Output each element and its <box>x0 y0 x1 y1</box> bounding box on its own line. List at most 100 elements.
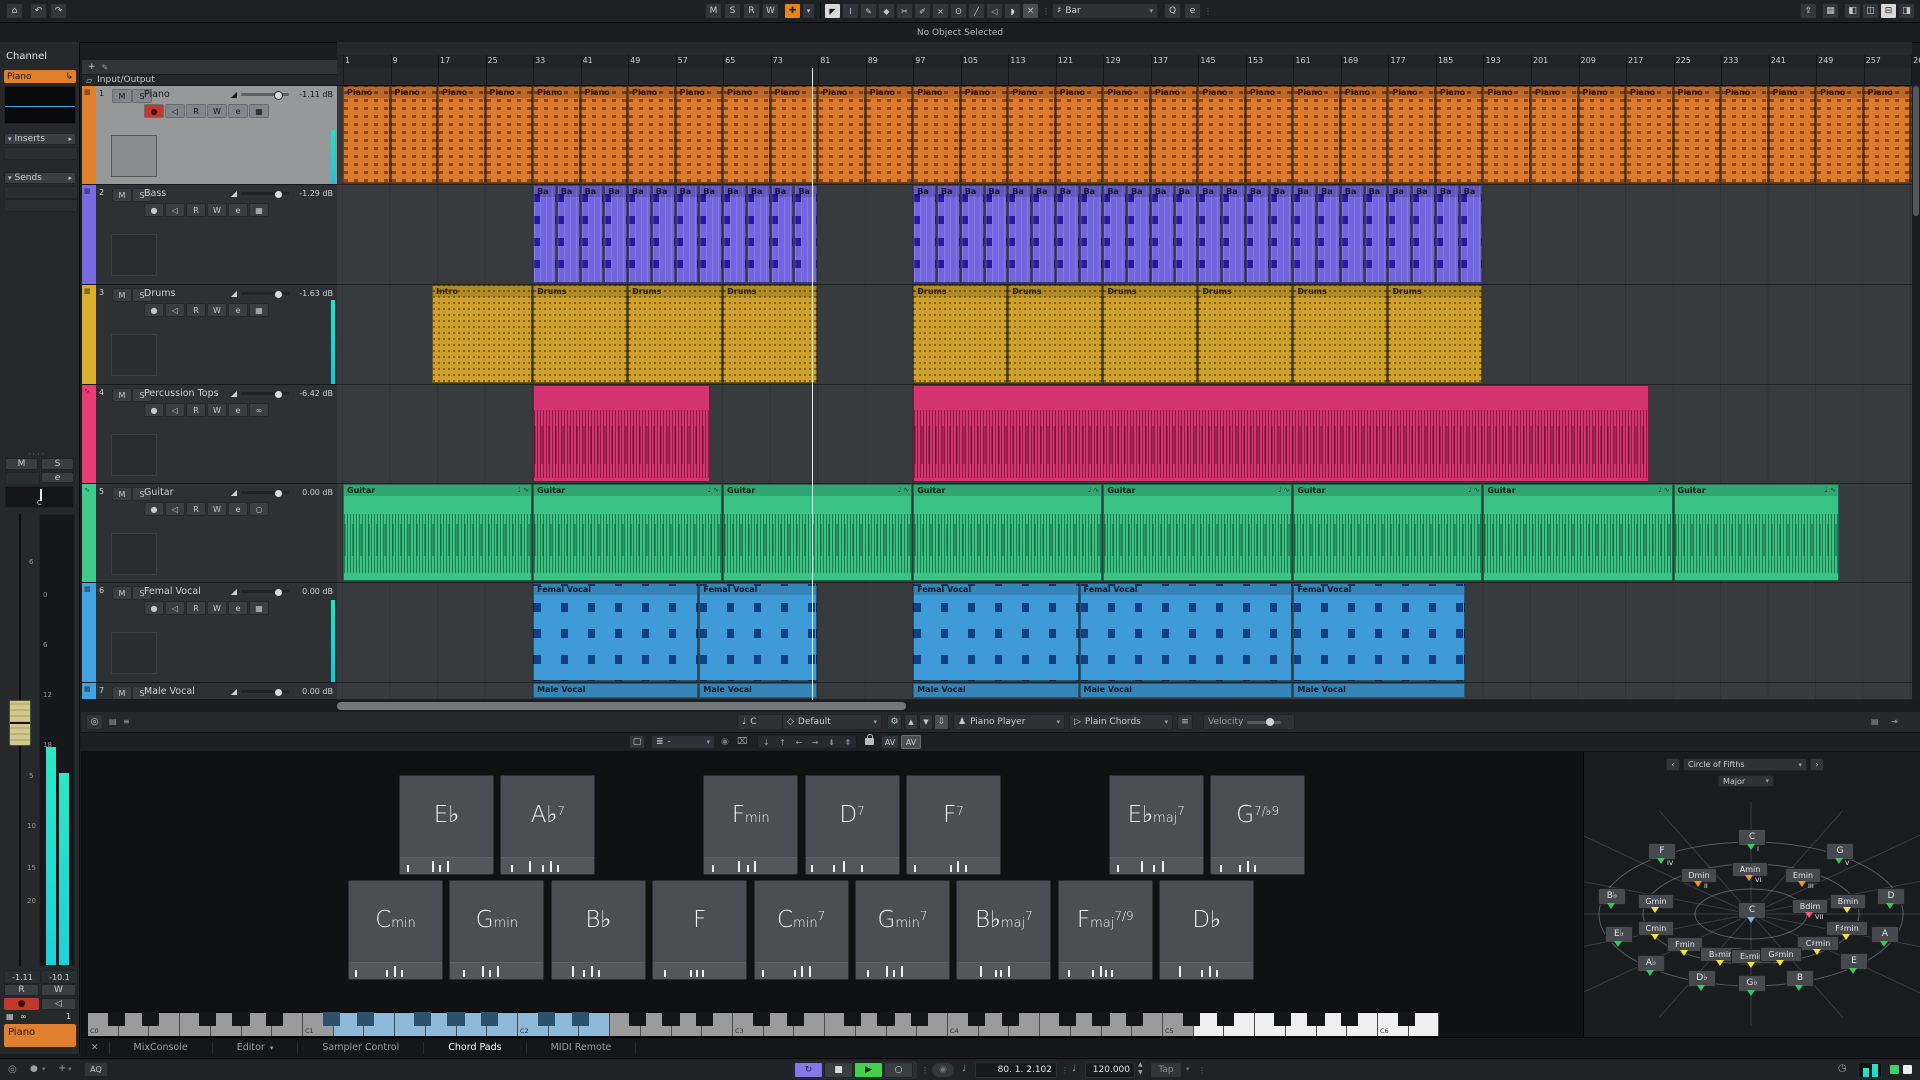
track-mute-button[interactable]: M <box>112 487 132 501</box>
hub-button[interactable]: ⌂ <box>6 3 23 19</box>
track-edit-button[interactable]: e <box>228 502 248 516</box>
crosshair-icon[interactable]: + <box>58 1063 66 1074</box>
chevron-down-icon[interactable]: ▾ <box>68 1065 72 1073</box>
track-lane[interactable]: Male VocalMale VocalMale VocalMale Vocal… <box>337 683 1912 700</box>
clip-femal-vocal[interactable]: Femal Vocal <box>533 583 698 681</box>
track-picture-box[interactable] <box>111 334 157 376</box>
nudge-arrow-icon[interactable]: ⇟ <box>828 738 835 747</box>
adaptive-voicing-button[interactable]: AV <box>881 735 899 749</box>
black-key[interactable] <box>1002 1012 1019 1026</box>
black-key[interactable] <box>357 1012 374 1026</box>
zoom-tool[interactable]: ʘ <box>950 3 967 19</box>
volume-knob[interactable] <box>274 190 283 199</box>
quantize-button[interactable]: Q <box>1164 3 1181 19</box>
output-toggle-icon[interactable]: ⇥ <box>1891 717 1898 726</box>
preset-dropdown[interactable]: ◇ Default ▾ <box>782 714 882 730</box>
draw-tool[interactable]: ✎ <box>860 3 877 19</box>
right-zone-toggle[interactable]: ◨ <box>1898 3 1915 19</box>
horizontal-scrollbar[interactable] <box>337 701 1912 711</box>
clip-ba[interactable]: Ba <box>1460 185 1483 283</box>
zone-list-icon[interactable]: ≡ <box>123 717 130 726</box>
clip-guitar[interactable]: Guitar♩ ∿ <box>1674 484 1839 581</box>
clip-ba[interactable]: Ba <box>723 185 746 283</box>
tab-editor[interactable]: Editor▾ <box>213 1038 298 1057</box>
track-lane[interactable]: BaBaBaBaBaBaBaBaBaBaBaBaBaBaBaBaBaBaBaBa… <box>337 185 1912 285</box>
track-instrument-button[interactable]: ∞ <box>249 403 269 417</box>
clip-guitar[interactable]: Guitar♩ ∿ <box>913 484 1102 581</box>
track-header-bass[interactable]: ▦2MSBass◢-1.29 dB●◁RWe▦ <box>82 185 337 285</box>
track-monitor-button[interactable]: ◁ <box>165 104 185 118</box>
clip-piano[interactable]: Piano <box>1531 86 1578 183</box>
channel-tab[interactable]: Channel <box>6 51 47 62</box>
quantize-edit-button[interactable]: e <box>1184 3 1201 19</box>
clip-ba[interactable]: Ba <box>1388 185 1411 283</box>
track-picture-box[interactable] <box>111 533 157 575</box>
metronome-click-icon[interactable]: ◎ <box>8 1064 17 1075</box>
erase-tool[interactable]: ◆ <box>878 3 895 19</box>
black-key[interactable] <box>877 1012 894 1026</box>
black-key[interactable] <box>1059 1012 1076 1026</box>
clip-piano[interactable]: Piano <box>1388 86 1435 183</box>
clip-guitar[interactable]: Guitar♩ ∿ <box>1293 484 1482 581</box>
velocity-slider[interactable] <box>1247 721 1281 724</box>
black-key[interactable] <box>662 1012 679 1026</box>
black-key[interactable] <box>1341 1012 1358 1026</box>
clip-male-vocal[interactable]: Male Vocal <box>1293 683 1464 698</box>
arrange-area[interactable]: PianoPianoPianoPianoPianoPianoPianoPiano… <box>337 86 1912 700</box>
position-options-dots[interactable]: ⋮ <box>1061 1066 1069 1075</box>
marker-icon[interactable]: ● <box>30 1064 38 1074</box>
chord-pad-bmaj7[interactable]: B♭maj7 <box>956 880 1051 980</box>
chord-pad-fmin[interactable]: Fmin <box>703 775 798 875</box>
clip-ba[interactable]: Ba <box>747 185 770 283</box>
channel-write-button[interactable]: W <box>41 984 76 996</box>
track-mute-button[interactable]: M <box>112 586 132 600</box>
black-key[interactable] <box>629 1012 646 1026</box>
track-volume-slider[interactable] <box>241 292 289 295</box>
assistant-mode-dropdown[interactable]: ≣ - ▾ <box>651 735 715 749</box>
channel-mute-button[interactable]: M <box>5 458 38 470</box>
track-monitor-button[interactable]: ◁ <box>165 601 185 615</box>
clip-ba[interactable]: Ba <box>1127 185 1150 283</box>
track-record-arm-button[interactable]: ● <box>144 303 164 317</box>
export-button[interactable]: ⇪ <box>1800 3 1817 19</box>
channel-edit-button[interactable]: e <box>41 472 74 483</box>
range-selection-tool[interactable]: I <box>842 3 859 19</box>
clip-piano[interactable]: Piano <box>1198 86 1245 183</box>
clip-piano[interactable]: Piano <box>533 86 580 183</box>
player-dropdown[interactable]: ♟ Piano Player ▾ <box>953 714 1065 730</box>
zone-layout-icon[interactable]: ▤ <box>109 717 117 726</box>
clip-ba[interactable]: Ba <box>652 185 675 283</box>
transpose-up-button[interactable]: ▲ <box>904 714 918 730</box>
chord-pad-f7[interactable]: F7 <box>906 775 1001 875</box>
clip-piano[interactable]: Piano <box>1341 86 1388 183</box>
clip-ba[interactable]: Ba <box>1103 185 1126 283</box>
volume-knob[interactable] <box>274 290 283 299</box>
clip-ba[interactable]: Ba <box>1246 185 1269 283</box>
track-instrument-button[interactable]: ▦ <box>249 601 269 615</box>
transport-options-dots[interactable]: ⋮ <box>921 1066 929 1075</box>
timeline-ruler[interactable]: 1917253341495765738189971051131211291371… <box>337 42 1912 86</box>
track-volume-slider[interactable] <box>241 690 289 693</box>
chord-pad-e[interactable]: E♭ <box>399 775 494 875</box>
autoscroll-button[interactable]: ✚ <box>784 3 801 19</box>
chord-pad-b[interactable]: B♭ <box>551 880 646 980</box>
volume-fader-cap[interactable] <box>9 700 31 746</box>
record-button[interactable]: ○ <box>884 1062 913 1078</box>
chevron-down-icon[interactable]: ▾ <box>1186 1065 1190 1073</box>
clip-piano[interactable]: Piano <box>1293 86 1340 183</box>
black-key[interactable] <box>414 1012 431 1026</box>
chord-pads-power-button[interactable]: ◎ <box>86 714 103 730</box>
clock-icon[interactable]: ◷ <box>1838 1063 1847 1074</box>
voicing-list-button[interactable]: ≡ <box>1177 714 1193 730</box>
track-record-arm-button[interactable]: ● <box>144 203 164 217</box>
track-mute-button[interactable]: M <box>112 188 132 202</box>
mixer-button[interactable]: ▦ <box>1822 3 1839 19</box>
clip-drums[interactable]: Drums <box>1198 285 1292 383</box>
clip-piano[interactable]: Piano <box>1816 86 1863 183</box>
track-read-button[interactable]: R <box>186 502 206 516</box>
track-monitor-button[interactable]: ◁ <box>165 502 185 516</box>
clip-ba[interactable]: Ba <box>581 185 604 283</box>
nudge-arrow-icon[interactable]: ← <box>795 738 802 747</box>
clip-piano[interactable]: Piano <box>391 86 438 183</box>
clip-piano[interactable]: Piano <box>1769 86 1816 183</box>
